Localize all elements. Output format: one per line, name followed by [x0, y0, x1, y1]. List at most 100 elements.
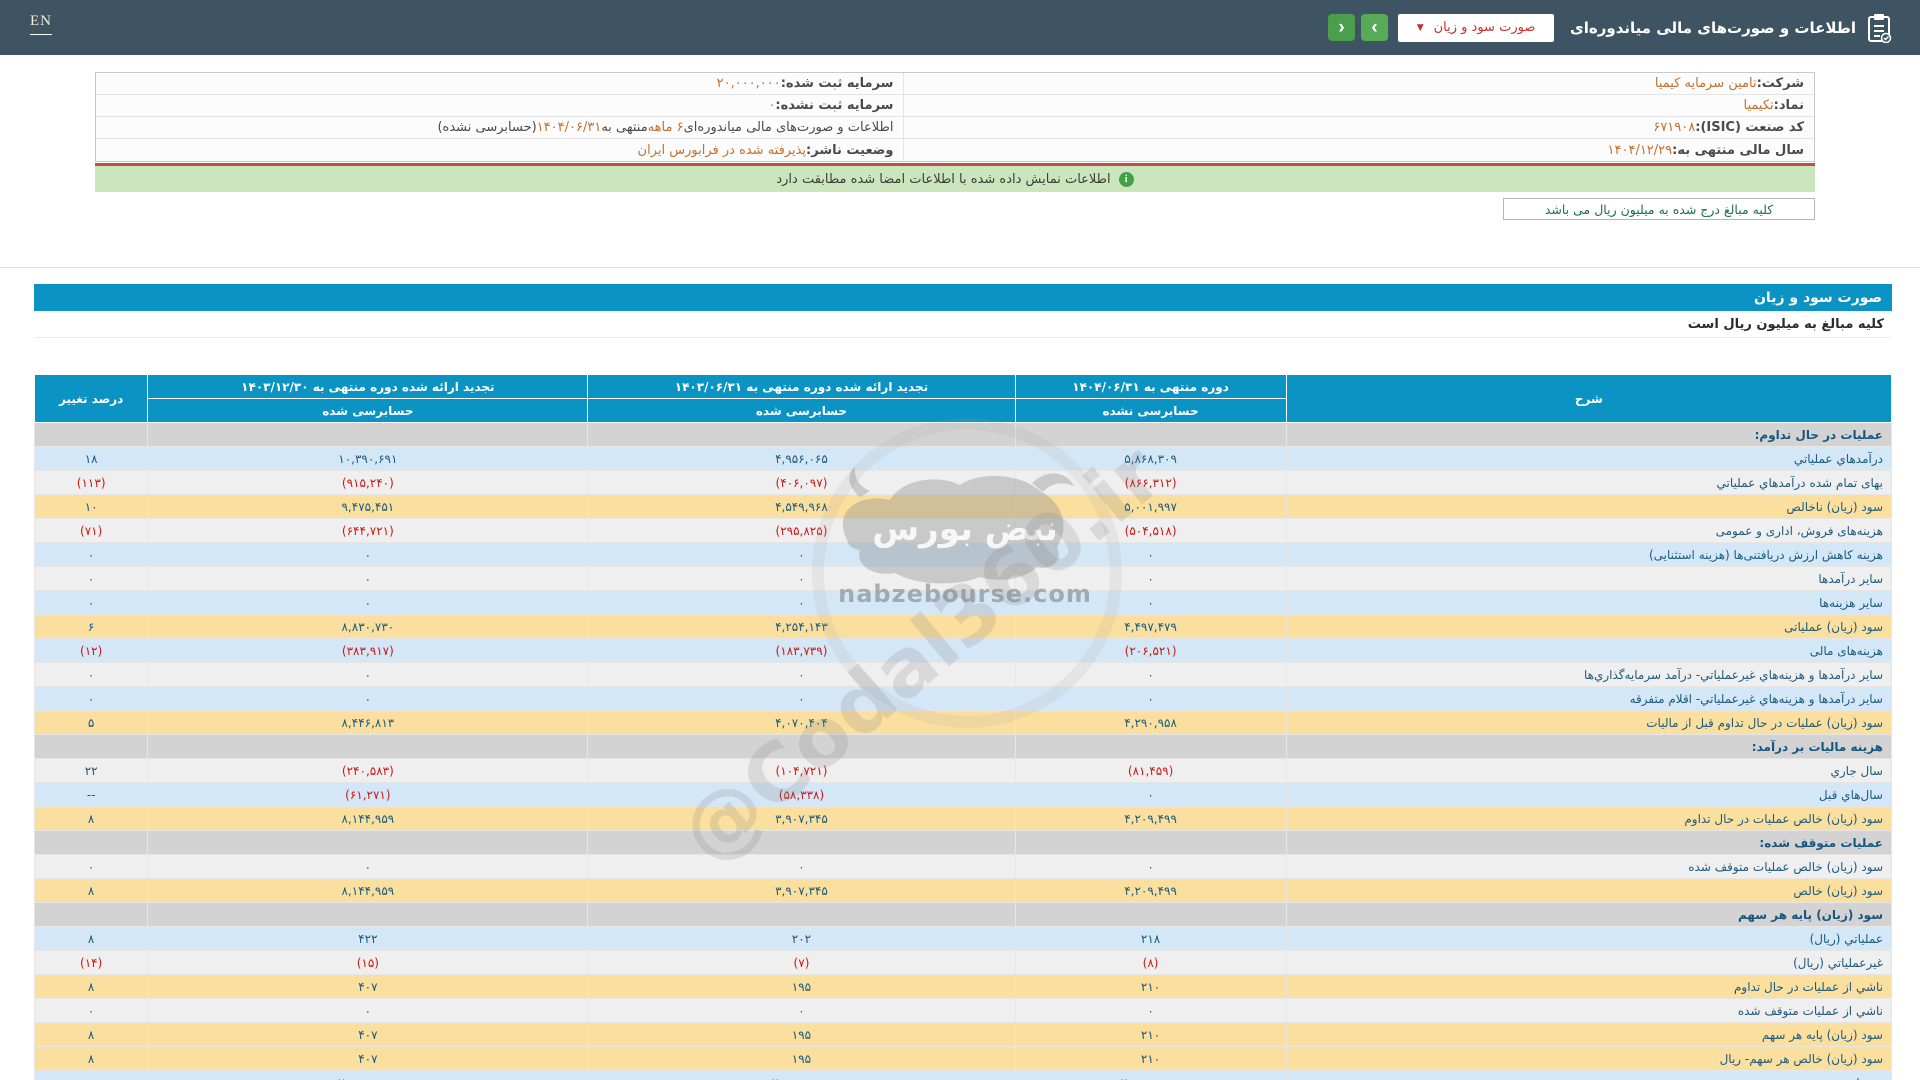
nav-previous-button[interactable]: ‹ [1328, 14, 1355, 41]
nav-next-button[interactable]: › [1361, 14, 1388, 41]
value-prior-year: ۰ [148, 687, 588, 711]
signed-data-notice: i اطلاعات نمایش داده شده با اطلاعات امضا… [95, 166, 1815, 192]
language-toggle-en[interactable]: EN [30, 13, 52, 35]
value-current-period: ۲۱۰ [1015, 975, 1286, 999]
company-label: وضعیت ناشر: [806, 143, 893, 158]
value-percent-change: ۰ [35, 687, 148, 711]
value-current-period: ۴,۲۰۹,۴۹۹ [1015, 807, 1286, 831]
value-percent-change: (۱۴) [35, 951, 148, 975]
table-row: هزینه کاهش ارزش دریافتنی‌ها (هزینه استثن… [35, 543, 1892, 567]
value-prior-period: ۳,۹۰۷,۳۴۵ [588, 879, 1015, 903]
company-label: شرکت: [1757, 76, 1804, 91]
value-current-period: ۰ [1015, 663, 1286, 687]
company-value: ۲۰,۰۰۰,۰۰۰ [717, 76, 781, 91]
table-row: سرمایه۲۰,۰۰۰,۰۰۰۲۰,۰۰۰,۰۰۰۲۰,۰۰۰,۰۰۰ [35, 1071, 1892, 1080]
table-row: سود (زیان) خالص۴,۲۰۹,۴۹۹۳,۹۰۷,۳۴۵۸,۱۴۴,۹… [35, 879, 1892, 903]
value-prior-year: ۰ [148, 567, 588, 591]
table-row: سال جاري(۸۱,۴۵۹)(۱۰۴,۷۲۱)(۲۴۰,۵۸۳)۲۲ [35, 759, 1892, 783]
value-prior-year: ۸,۱۴۴,۹۵۹ [148, 807, 588, 831]
value-percent-change: ۰ [35, 999, 148, 1023]
value-prior-period: ۴,۰۷۰,۴۰۴ [588, 711, 1015, 735]
value-prior-year: ۰ [148, 591, 588, 615]
value-prior-period: ۰ [588, 687, 1015, 711]
value-prior-period: ۱۹۵ [588, 975, 1015, 999]
company-info-row: کد صنعت (ISIC): ۶۷۱۹۰۸اطلاعات و صورت‌های… [96, 117, 1814, 139]
company-info-cell: سال مالی منتهی به: ۱۴۰۴/۱۲/۲۹ [903, 139, 1814, 161]
value-prior-period: (۷) [588, 951, 1015, 975]
value-percent-change: ۸ [35, 807, 148, 831]
row-label: سود (زیان) خالص عملیات متوقف شده [1286, 855, 1891, 879]
value-current-period: ۲۱۸ [1015, 927, 1286, 951]
company-label: سرمایه ثبت شده: [781, 76, 894, 91]
header-description: شرح [1286, 375, 1891, 423]
row-label: سود (زیان) پایه هر سهم [1286, 903, 1891, 927]
dropdown-selected-value: صورت سود و زیان [1434, 20, 1536, 35]
value-prior-period: ۲۰,۰۰۰,۰۰۰ [588, 1071, 1015, 1080]
section-header-row: عملیات متوقف شده: [35, 831, 1892, 855]
company-value: ۶۷۱۹۰۸ [1653, 120, 1695, 135]
section-divider [0, 267, 1920, 268]
value-prior-period: (۱۸۳,۷۳۹) [588, 639, 1015, 663]
value-percent-change [35, 735, 148, 759]
value-current-period: ۲۱۰ [1015, 1023, 1286, 1047]
company-info-cell: سرمایه ثبت شده: ۲۰,۰۰۰,۰۰۰ [96, 73, 903, 95]
value-prior-period: ۴,۲۵۴,۱۴۳ [588, 615, 1015, 639]
chevron-down-icon: ▼ [1417, 23, 1424, 33]
value-percent-change [35, 831, 148, 855]
company-info-cell: وضعیت ناشر: پذیرفته شده در فرابورس ایران [96, 139, 903, 161]
table-row: سود (زیان) عملیاتی۴,۴۹۷,۴۷۹۴,۲۵۴,۱۴۳۸,۸۳… [35, 615, 1892, 639]
report-clipboard-icon [1866, 13, 1892, 43]
section-header-row: هزینه مالیات بر درآمد: [35, 735, 1892, 759]
row-label: عملیاتي (ریال) [1286, 927, 1891, 951]
value-current-period: ۰ [1015, 543, 1286, 567]
row-label: سود (زیان) پایه هر سهم [1286, 1023, 1891, 1047]
value-prior-year: ۴۰۷ [148, 1023, 588, 1047]
value-prior-year: ۴۰۷ [148, 975, 588, 999]
table-header-row-1: شرح دوره منتهی به ۱۴۰۴/۰۶/۳۱ تجدید ارائه… [35, 375, 1892, 399]
row-label: عملیات در حال تداوم: [1286, 423, 1891, 447]
company-info-row: نماد: تکیمیاسرمایه ثبت نشده: ۰ [96, 95, 1814, 117]
company-label: نماد: [1774, 98, 1804, 113]
row-label: هزینه‌های فروش، اداری و عمومی [1286, 519, 1891, 543]
value-current-period: ۰ [1015, 567, 1286, 591]
row-label: هزینه کاهش ارزش دریافتنی‌ها (هزینه استثن… [1286, 543, 1891, 567]
value-percent-change: ۰ [35, 855, 148, 879]
value-percent-change: (۱۲) [35, 639, 148, 663]
value-prior-year: ۹,۴۷۵,۴۵۱ [148, 495, 588, 519]
company-info-cell: نماد: تکیمیا [903, 95, 1814, 117]
income-statement-table: شرح دوره منتهی به ۱۴۰۴/۰۶/۳۱ تجدید ارائه… [34, 374, 1892, 1080]
income-statement-section: صورت سود و زیان کلیه مبالغ به میلیون ریا… [34, 284, 1892, 1080]
value-prior-period: ۰ [588, 855, 1015, 879]
value-current-period: (۵۰۴,۵۱۸) [1015, 519, 1286, 543]
company-info-table: شرکت: تامین سرمایه کیمیا سرمایه ثبت شده: … [95, 72, 1815, 162]
row-label: سود (زیان) خالص [1286, 879, 1891, 903]
value-prior-year: ۰ [148, 855, 588, 879]
company-value: تامین سرمایه کیمیا [1655, 76, 1757, 91]
table-row: سال‌هاي قبل۰(۵۸,۳۳۸)(۶۱,۲۷۱)-- [35, 783, 1892, 807]
statement-unit-note: کلیه مبالغ به میلیون ریال است [34, 311, 1892, 338]
codal-interim-statement-page: EN اطلاعات و صورت‌های مالی میاندوره‌ای ص… [0, 0, 1920, 1080]
value-prior-period [588, 423, 1015, 447]
value-current-period [1015, 735, 1286, 759]
row-label: سود (زیان) خالص هر سهم- ریال [1286, 1047, 1891, 1071]
row-label: سود (زیان) ناخالص [1286, 495, 1891, 519]
table-row: عملیاتي (ریال)۲۱۸۲۰۲۴۲۲۸ [35, 927, 1892, 951]
header-prior-year: تجدید ارائه شده دوره منتهی به ۱۴۰۳/۱۲/۳۰ [148, 375, 588, 399]
company-info-cell: سرمایه ثبت نشده: ۰ [96, 95, 903, 117]
value-prior-period: ۰ [588, 591, 1015, 615]
value-prior-year: (۱۵) [148, 951, 588, 975]
value-prior-year: ۴۰۷ [148, 1047, 588, 1071]
row-label: سال جاري [1286, 759, 1891, 783]
row-label: درآمدهاي عملياتي [1286, 447, 1891, 471]
table-row: ناشي از عملیات متوقف شده۰۰۰۰ [35, 999, 1892, 1023]
value-prior-year: ۰ [148, 663, 588, 687]
company-label: منتهی به [601, 120, 647, 135]
value-prior-period: ۰ [588, 663, 1015, 687]
company-value: ۱۴۰۴/۱۲/۲۹ [1608, 143, 1673, 158]
value-prior-year: ۸,۸۳۰,۷۳۰ [148, 615, 588, 639]
value-prior-year: (۲۴۰,۵۸۳) [148, 759, 588, 783]
value-current-period: ۴,۴۹۷,۴۷۹ [1015, 615, 1286, 639]
header-current-audit-status: حسابرسی نشده [1015, 399, 1286, 423]
statement-type-dropdown[interactable]: صورت سود و زیان ▼ [1398, 14, 1554, 42]
section-header-row: سود (زیان) پایه هر سهم [35, 903, 1892, 927]
